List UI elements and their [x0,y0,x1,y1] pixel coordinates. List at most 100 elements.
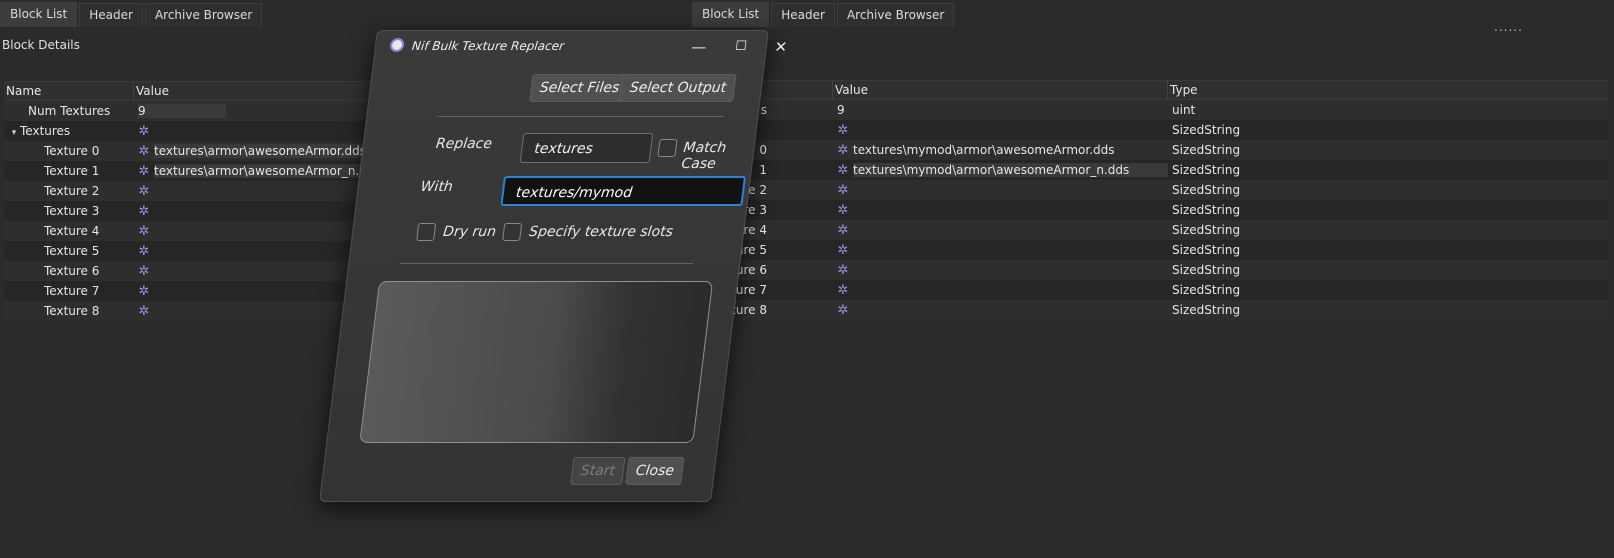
dialog-title: Nif Bulk Texture Replacer [411,39,565,53]
dialog-title-bar[interactable]: Nif Bulk Texture Replacer — ☐ ✕ [374,31,788,63]
gear-icon[interactable]: ✲ [138,242,150,261]
row-name-cell: Num Textures [4,101,134,121]
row-name-cell: Texture 8 [4,301,134,321]
row-value-cell[interactable]: ✲ [833,280,1168,300]
close-button[interactable]: Close [625,457,685,485]
row-type: SizedString [1172,303,1241,317]
log-output-area[interactable] [359,281,714,443]
gear-icon[interactable]: ✲ [837,121,849,140]
table-row[interactable]: ture 3 ✲ SizedString [692,200,1608,220]
row-name: Num Textures [28,104,111,118]
table-row[interactable]: xture 8 ✲ SizedString [692,300,1608,320]
tab-archive-browser[interactable]: Archive Browser [836,3,955,27]
row-name: Texture 8 [44,304,100,318]
row-name-cell: Texture 6 [4,261,134,281]
splitter-handle[interactable]: ...... [1494,20,1523,34]
select-output-button[interactable]: Select Output [619,74,737,102]
column-header-name[interactable]: Name [4,82,134,100]
specify-texture-slots-label[interactable]: Specify texture slots [528,224,674,240]
table-row[interactable]: ture 6 ✲ SizedString [692,260,1608,280]
row-name: Texture 1 [44,164,100,178]
specify-texture-slots-checkbox[interactable] [502,223,523,241]
row-name: Texture 6 [44,264,100,278]
row-value: 9 [138,104,226,118]
middle-separator [399,263,694,264]
gear-icon[interactable]: ✲ [837,221,849,240]
gear-icon[interactable]: ✲ [837,181,849,200]
close-window-icon[interactable]: ✕ [764,35,797,59]
gear-icon[interactable]: ✲ [138,142,150,161]
column-header-value[interactable]: Value [833,81,1168,99]
gear-icon[interactable]: ✲ [837,141,849,160]
minimize-icon[interactable]: — [680,35,717,59]
block-details-label: Block Details [2,38,80,52]
right-table-body: s 9 uint ✲ SizedString 0 ✲ textures\mymod\armor… [692,100,1608,320]
replace-input[interactable]: textures [519,133,654,163]
row-value-cell[interactable]: 9 [833,100,1168,120]
table-row[interactable]: ture 4 ✲ SizedString [692,220,1608,240]
with-label: With [419,179,454,195]
row-value-cell[interactable]: ✲ [833,300,1168,320]
row-type: SizedString [1172,203,1241,217]
column-header-type[interactable]: Type [1168,81,1608,99]
row-name-cell: Texture 2 [4,181,134,201]
table-row[interactable]: s 9 uint [692,100,1608,120]
gear-icon[interactable]: ✲ [138,122,150,141]
app-icon [389,38,405,52]
gear-icon[interactable]: ✲ [138,222,150,241]
tab-header[interactable]: Header [79,3,143,27]
row-name-cell: Texture 5 [4,241,134,261]
gear-icon[interactable]: ✲ [837,261,849,280]
match-case-checkbox[interactable] [657,139,678,157]
gear-icon[interactable]: ✲ [138,202,150,221]
gear-icon[interactable]: ✲ [837,281,849,300]
table-row[interactable]: ✲ SizedString [692,120,1608,140]
match-case-label[interactable]: Match Case [681,140,755,172]
row-type: SizedString [1172,283,1241,297]
row-value-cell[interactable]: ✲ [833,180,1168,200]
row-value: 9 [837,103,845,117]
row-value-cell[interactable]: ✲ textures\mymod\armor\awesomeArmor_n.dds [833,160,1168,180]
gear-icon[interactable]: ✲ [138,162,150,181]
maximize-icon[interactable]: ☐ [722,35,759,59]
table-row[interactable]: ture 2✲SizedString [692,180,1608,200]
gear-icon[interactable]: ✲ [138,282,150,301]
table-row[interactable]: 0 ✲ textures\mymod\armor\awesomeArmor.dds S… [692,140,1608,160]
right-block-table: Value Type s 9 uint ✲ SizedString 0 ✲ textures\… [692,80,1608,320]
row-value-cell[interactable]: ✲ [833,220,1168,240]
row-name-cell: Texture 7 [4,281,134,301]
expander-icon[interactable]: ▾ [8,123,20,141]
gear-icon[interactable]: ✲ [138,302,150,321]
tab-header[interactable]: Header [771,3,835,27]
dry-run-checkbox[interactable] [416,223,437,241]
table-row[interactable]: ture 5 ✲ SizedString [692,240,1608,260]
gear-icon[interactable]: ✲ [837,201,849,220]
with-input[interactable]: textures/mymod [500,176,747,206]
start-button[interactable]: Start [570,457,626,485]
row-name: Texture 5 [44,244,100,258]
gear-icon[interactable]: ✲ [837,301,849,320]
row-type: SizedString [1172,123,1241,137]
tab-archive-browser[interactable]: Archive Browser [144,3,263,27]
row-value-cell[interactable]: ✲ [833,240,1168,260]
row-name: Texture 7 [44,284,100,298]
tab-block-list[interactable]: Block List [0,2,78,27]
tab-block-list[interactable]: Block List [692,2,770,27]
replace-label: Replace [434,136,493,152]
select-files-button[interactable]: Select Files [529,74,630,102]
row-value: textures\mymod\armor\awesomeArmor.dds [853,143,1115,157]
row-value-cell[interactable]: ✲ [833,120,1168,140]
dry-run-label[interactable]: Dry run [442,224,497,240]
row-value-cell[interactable]: ✲ [833,260,1168,280]
right-tab-bar: Block List Header Archive Browser [692,0,955,27]
row-value-cell[interactable]: ✲ [833,200,1168,220]
table-row[interactable]: 1 ✲ textures\mymod\armor\awesomeArmor_n.dd… [692,160,1608,180]
bulk-texture-replacer-dialog: Nif Bulk Texture Replacer — ☐ ✕ Select F… [319,30,788,502]
gear-icon[interactable]: ✲ [837,241,849,260]
left-tab-bar: Block List Header Archive Browser [0,0,263,27]
gear-icon[interactable]: ✲ [837,161,849,180]
row-value-cell[interactable]: ✲ textures\mymod\armor\awesomeArmor.dds [833,140,1168,160]
table-row[interactable]: ture 7 ✲ SizedString [692,280,1608,300]
gear-icon[interactable]: ✲ [138,262,150,281]
gear-icon[interactable]: ✲ [138,182,150,201]
